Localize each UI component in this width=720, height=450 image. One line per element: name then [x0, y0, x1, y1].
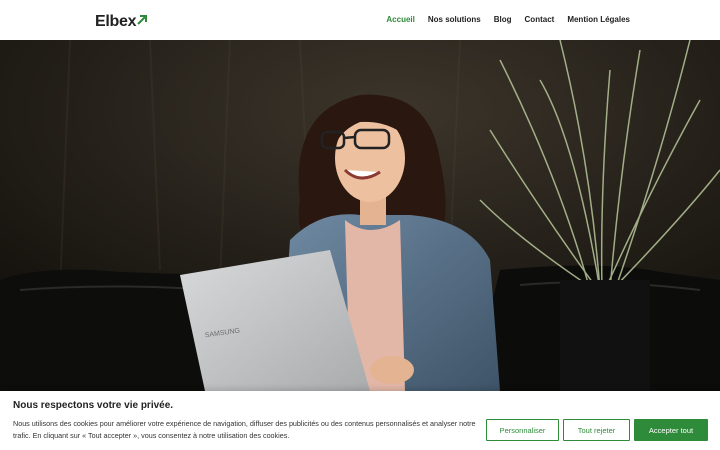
logo-arrow-icon [137, 15, 148, 25]
hero-illustration: SAMSUNG [0, 40, 720, 391]
cookie-title: Nous respectons votre vie privée. [13, 400, 174, 411]
accept-all-button[interactable]: Accepter tout [634, 419, 708, 441]
nav-item-accueil[interactable]: Accueil [386, 14, 414, 26]
nav-item-nos-solutions[interactable]: Nos solutions [428, 14, 481, 26]
cookie-description: Nous utilisons des cookies pour améliore… [13, 419, 476, 440]
nav-item-blog[interactable]: Blog [494, 14, 512, 26]
customize-button[interactable]: Personnaliser [486, 419, 559, 441]
site-header: Elbex Accueil Nos solutions Blog Contact… [0, 0, 720, 40]
reject-all-button[interactable]: Tout rejeter [563, 419, 630, 441]
logo-text: Elbex [95, 13, 137, 30]
nav-item-mention-legales[interactable]: Mention Légales [567, 14, 630, 26]
logo[interactable]: Elbex [95, 11, 148, 31]
cookie-banner: Nous respectons votre vie privée. Nous u… [0, 391, 720, 450]
main-nav: Accueil Nos solutions Blog Contact Menti… [386, 14, 630, 26]
nav-item-contact[interactable]: Contact [525, 14, 555, 26]
hero-image: SAMSUNG [0, 40, 720, 391]
